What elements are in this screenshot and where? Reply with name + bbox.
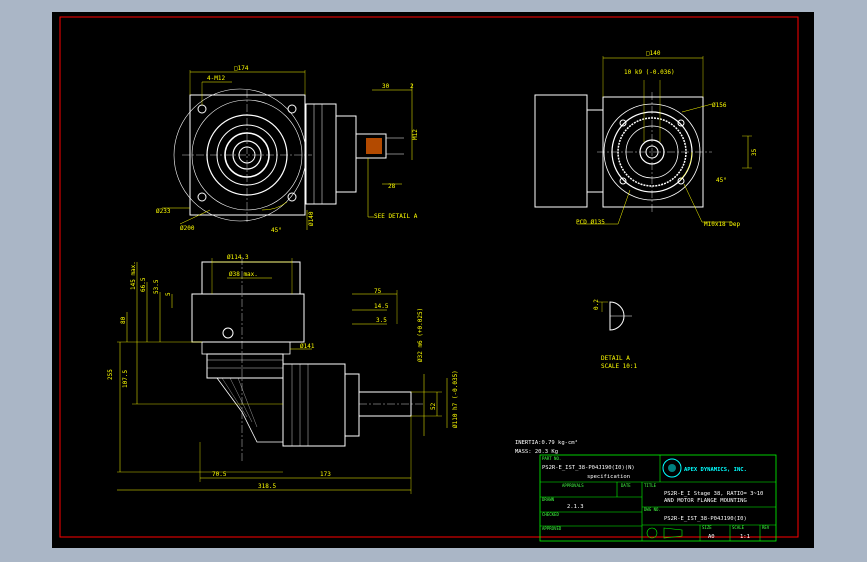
mass-note: MASS: 20.3 Kg [515, 449, 558, 455]
detail-a-view [598, 301, 632, 331]
side-dim-53-5: 53.5 [153, 279, 160, 294]
right-view [534, 56, 752, 225]
front-view [162, 70, 413, 230]
dwg-label: DWG NO. [644, 507, 661, 512]
date-label: DATE [621, 483, 631, 488]
side-dia-141: Ø141 [300, 343, 315, 350]
cad-drawing-canvas[interactable]: □174 4-M12 Ø233 Ø200 45° Ø140 SEE DETAIL… [52, 12, 814, 548]
front-dim-28: 28 [388, 183, 396, 190]
see-detail-label: SEE DETAIL A [374, 213, 418, 220]
side-dim-3-5: 3.5 [376, 317, 387, 324]
front-angle: 45° [271, 227, 282, 234]
right-square-dim: □140 [646, 50, 661, 57]
side-dim-255: 255 [107, 369, 114, 380]
cad-drawing: □174 4-M12 Ø233 Ø200 45° Ø140 SEE DETAIL… [59, 16, 799, 542]
title-line-1: PS2R-E_I Stage 38, RATIO= 3~10 [664, 491, 763, 497]
title-label: TITLE [644, 483, 657, 488]
right-tapped: M10x18 Dep [704, 221, 741, 228]
approved-label: APPROVED [542, 526, 562, 531]
company-name: APEX DYNAMICS, INC. [684, 467, 747, 473]
front-dim-30: 30 [382, 83, 390, 90]
side-top-dia: Ø114.3 [227, 254, 249, 261]
part-no-label: PART NO. [542, 456, 561, 461]
front-square-dim: □174 [234, 65, 249, 72]
side-dim-107-5: 107.5 [122, 370, 129, 388]
side-dim-66-5: 66.5 [140, 277, 147, 292]
right-angle: 45° [716, 177, 727, 184]
right-tolerance: 10 k9 (-0.036) [624, 69, 675, 76]
drawn-value: 2.1.3 [567, 504, 584, 510]
checked-label: CHECKED [542, 512, 559, 517]
side-dim-318-5: 318.5 [258, 483, 276, 490]
front-dim-m12: M12 [412, 129, 419, 140]
dwg-value: PS2R-E_IST_38-P04J190(I0) [664, 516, 747, 522]
front-bolt-circle: Ø233 [156, 208, 171, 215]
side-shaft-110: Ø110 h7 (-0.035) [452, 370, 459, 428]
detail-scale: SCALE 10:1 [601, 363, 638, 370]
side-dim-70-5: 70.5 [212, 471, 227, 478]
front-pilot: Ø200 [180, 225, 195, 232]
detail-dim: 0.2 [593, 299, 600, 310]
title-line-2: AND MOTOR FLANGE MOUNTING [664, 498, 747, 504]
drawn-label: DRAWN [542, 497, 555, 502]
part-no-sub: specification [587, 474, 630, 480]
right-pcd: PCD Ø135 [576, 219, 605, 226]
side-dim-145: 145 max. [130, 261, 137, 290]
side-shaft-32: Ø32 m6 (+0.025) [417, 308, 424, 362]
side-dim-14-5: 14.5 [374, 303, 389, 310]
rev-label: REV [762, 525, 770, 530]
side-dim-75: 75 [374, 288, 382, 295]
part-no-value: PS2R-E_IST_38-P04J190(I0)(N) [542, 465, 635, 471]
front-holes-label: 4-M12 [207, 75, 225, 82]
right-dia-156: Ø156 [712, 102, 727, 109]
approvals-label: APPROVALS [562, 483, 584, 488]
side-dim-5: 5 [165, 292, 172, 296]
side-dim-52: 52 [430, 402, 437, 410]
detail-label: DETAIL A [601, 355, 630, 362]
front-dim-2: 2 [410, 83, 414, 90]
scale-value: 1:1 [740, 534, 750, 540]
right-dim-35: 35 [751, 148, 758, 156]
drawing-border [59, 16, 799, 538]
inertia-note: INERTIA:0.79 kg-cm² [515, 439, 578, 446]
side-dim-173: 173 [320, 471, 331, 478]
side-max-dia: Ø38 max. [229, 271, 258, 278]
size-label: SIZE [702, 525, 712, 530]
side-dim-80: 80 [120, 316, 127, 324]
front-flange-dia: Ø140 [308, 211, 315, 226]
size-value: A0 [708, 534, 715, 540]
scale-label: SCALE [732, 525, 745, 530]
